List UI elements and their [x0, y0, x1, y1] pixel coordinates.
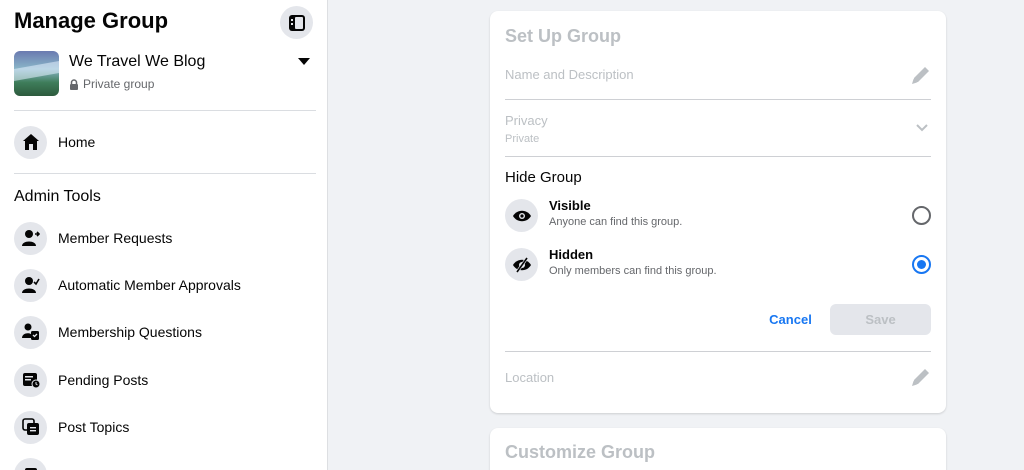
group-thumbnail [14, 51, 59, 96]
privacy-label[interactable]: Privacy [505, 113, 548, 128]
pencil-icon[interactable] [910, 366, 932, 388]
caret-down-icon[interactable] [298, 58, 310, 66]
sidebar-item-pending-posts[interactable]: Pending Posts [14, 362, 314, 398]
sidebar-item-next[interactable] [14, 456, 314, 470]
group-name: We Travel We Blog [69, 53, 206, 70]
sidebar-toggle-icon [288, 14, 305, 31]
option-title: Visible [549, 198, 591, 213]
visible-radio[interactable] [912, 206, 931, 225]
sidebar-item-home[interactable]: Home [14, 124, 314, 160]
member-requests-icon [21, 230, 40, 246]
divider [505, 99, 931, 100]
group-privacy-label: Private group [83, 77, 155, 91]
hidden-option[interactable]: Hidden Only members can find this group. [505, 247, 931, 283]
name-description-label[interactable]: Name and Description [505, 67, 634, 82]
page-title: Manage Group [14, 8, 169, 33]
customize-group-title: Customize Group [505, 442, 656, 462]
privacy-value: Private [505, 133, 540, 145]
group-privacy: Private group [69, 77, 154, 91]
post-topics-icon [21, 418, 39, 435]
divider [14, 110, 316, 111]
save-button[interactable]: Save [830, 304, 931, 335]
sidebar-item-label: Home [58, 134, 96, 150]
visible-option[interactable]: Visible Anyone can find this group. [505, 198, 931, 234]
group-switcher[interactable]: We Travel We Blog Private group [14, 51, 314, 97]
divider [14, 173, 316, 174]
sidebar-item-post-topics[interactable]: Post Topics [14, 409, 314, 445]
option-title: Hidden [549, 247, 594, 262]
lock-icon [70, 78, 78, 90]
home-icon [22, 134, 39, 150]
cancel-button[interactable]: Cancel [758, 304, 823, 335]
sidebar-item-label: Automatic Member Approvals [58, 277, 241, 293]
auto-approvals-icon [21, 277, 40, 293]
sidebar-item-label: Pending Posts [58, 372, 149, 388]
hide-group-heading: Hide Group [505, 169, 582, 186]
chevron-down-icon[interactable] [916, 124, 928, 132]
eye-icon [512, 210, 531, 221]
sidebar-item-label: Member Requests [58, 230, 173, 246]
option-description: Only members can find this group. [549, 265, 717, 277]
sidebar: Manage Group We Travel We Blog Private g… [0, 0, 328, 470]
option-description: Anyone can find this group. [549, 216, 683, 228]
divider [505, 351, 931, 352]
sidebar-item-membership-questions[interactable]: Membership Questions [14, 314, 314, 350]
sidebar-item-label: Post Topics [58, 419, 130, 435]
setup-group-title: Set Up Group [505, 26, 621, 46]
setup-group-card: Set Up Group Name and Description Privac… [490, 11, 946, 413]
overflow-item-icon [24, 468, 37, 470]
pencil-icon[interactable] [910, 64, 932, 86]
eye-off-icon [512, 256, 531, 273]
collapse-sidebar-button[interactable] [280, 6, 313, 39]
divider [505, 156, 931, 157]
hidden-radio[interactable] [912, 255, 931, 274]
location-label[interactable]: Location [505, 370, 554, 385]
sidebar-item-member-requests[interactable]: Member Requests [14, 220, 314, 256]
sidebar-item-label: Membership Questions [58, 324, 202, 340]
admin-tools-heading: Admin Tools [14, 188, 101, 205]
customize-group-card: Customize Group [490, 428, 946, 470]
sidebar-item-auto-approvals[interactable]: Automatic Member Approvals [14, 267, 314, 303]
pending-posts-icon [22, 373, 40, 389]
membership-questions-icon [21, 323, 39, 340]
